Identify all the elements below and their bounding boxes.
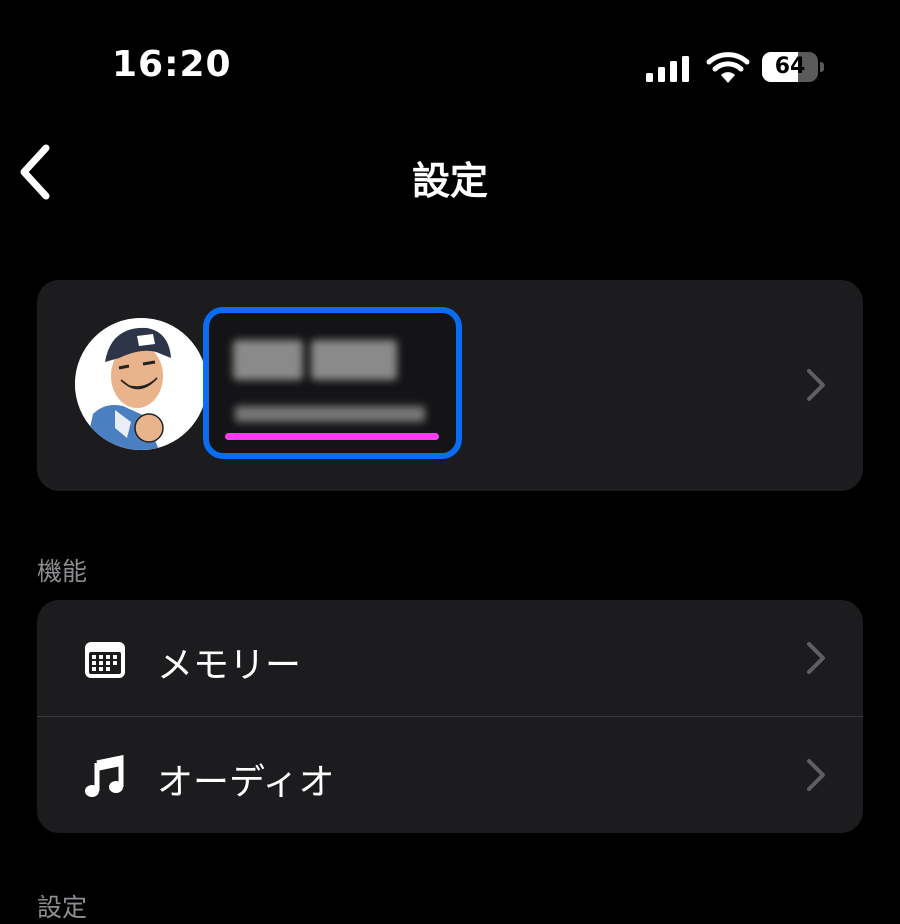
music-note-icon [85, 755, 124, 797]
calendar-icon [85, 642, 125, 678]
list-item-memory[interactable]: メモリー [37, 600, 863, 717]
chevron-right-icon [807, 759, 825, 791]
avatar-illustration [75, 318, 207, 450]
profile-card[interactable] [37, 280, 863, 491]
section-header-settings: 設定 [37, 893, 88, 922]
chevron-right-icon [807, 369, 825, 401]
battery-icon: 64 [762, 52, 824, 82]
profile-email-obscured [235, 406, 425, 422]
cellular-signal-icon [646, 56, 689, 82]
battery-level: 64 [774, 54, 806, 79]
highlight-underline [225, 433, 439, 440]
status-time: 16:20 [112, 44, 232, 85]
avatar [75, 318, 207, 450]
features-card: メモリー オーディオ [37, 600, 863, 833]
profile-name-obscured [233, 340, 397, 384]
chevron-right-icon [807, 642, 825, 674]
list-item-label: オーディオ [157, 762, 335, 803]
page-title: 設定 [411, 159, 488, 203]
list-item-audio[interactable]: オーディオ [37, 717, 863, 833]
list-item-label: メモリー [157, 645, 302, 686]
section-header-features: 機能 [37, 557, 88, 586]
status-bar: 16:20 64 [0, 0, 900, 110]
wifi-icon [706, 52, 750, 83]
navigation-bar: 設定 [0, 128, 900, 218]
